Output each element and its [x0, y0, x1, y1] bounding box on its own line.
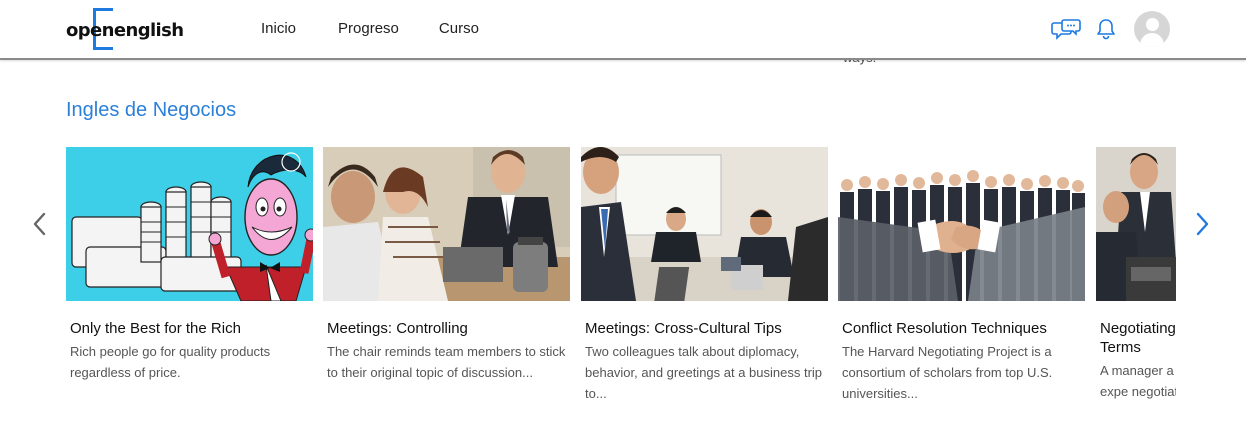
carousel-prev-button[interactable] [30, 210, 50, 238]
lesson-card[interactable]: Meetings: Cross-Cultural Tips Two collea… [581, 147, 828, 430]
main-nav: Inicio Progreso Curso [261, 20, 521, 37]
lesson-carousel: Only the Best for the Rich Rich people g… [66, 147, 1176, 430]
lesson-title: Meetings: Cross-Cultural Tips [585, 320, 782, 337]
lesson-description: The chair reminds team members to stick … [327, 344, 566, 380]
lesson-thumbnail [66, 147, 313, 301]
lesson-title: Only the Best for the Rich [70, 320, 241, 337]
carousel-next-button[interactable] [1192, 210, 1212, 238]
lesson-description: The Harvard Negotiating Project is a con… [842, 344, 1053, 401]
lesson-title: Negotiating Key Terms [1100, 320, 1176, 356]
chevron-right-icon [1196, 212, 1209, 236]
top-header: openenglish Inicio Progreso Curso [0, 0, 1246, 60]
lesson-thumbnail [581, 147, 828, 301]
avatar-body [1140, 33, 1164, 47]
lesson-description: A manager a what to expe negotiation.. [1100, 363, 1176, 399]
lesson-card[interactable]: Only the Best for the Rich Rich people g… [66, 147, 313, 430]
nav-inicio[interactable]: Inicio [261, 20, 296, 37]
bell-icon[interactable] [1090, 13, 1122, 45]
open-english-logo[interactable]: openenglish [66, 8, 184, 52]
nav-curso[interactable]: Curso [439, 20, 479, 37]
lesson-title: Conflict Resolution Techniques [842, 320, 1047, 337]
section-title: Ingles de Negocios [66, 99, 237, 121]
chat-icon[interactable] [1050, 13, 1082, 45]
avatar[interactable] [1134, 11, 1170, 47]
avatar-head [1146, 18, 1159, 31]
nav-progreso[interactable]: Progreso [338, 20, 399, 37]
header-icons [1050, 11, 1170, 47]
lesson-card[interactable]: Conflict Resolution Techniques The Harva… [838, 147, 1085, 430]
lesson-card[interactable]: Negotiating Key Terms A manager a what t… [1096, 147, 1176, 430]
lesson-description: Rich people go for quality products rega… [70, 344, 271, 380]
lesson-thumbnail [838, 147, 1085, 301]
lesson-thumbnail [1096, 147, 1176, 301]
lesson-title: Meetings: Controlling [327, 320, 468, 337]
logo-text: openenglish [66, 20, 184, 41]
lesson-card[interactable]: Meetings: Controlling The chair reminds … [323, 147, 570, 430]
lesson-description: Two colleagues talk about diplomacy, beh… [585, 344, 823, 401]
lesson-thumbnail [323, 147, 570, 301]
chevron-left-icon [33, 212, 46, 236]
